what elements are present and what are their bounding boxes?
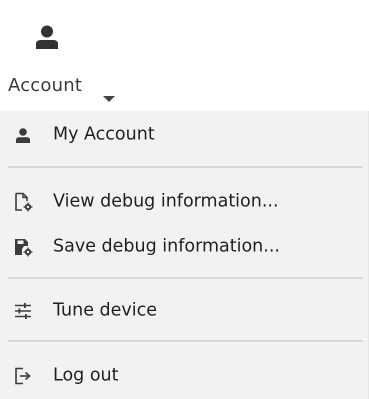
menu-item-label: View debug information...	[53, 191, 279, 212]
menu-item-my-account[interactable]: My Account	[0, 113, 369, 157]
menu-item-tune-device[interactable]: Tune device	[0, 289, 369, 333]
menu-separator	[8, 340, 363, 342]
view-debug-icon	[12, 191, 34, 213]
user-icon	[12, 124, 34, 146]
menu-item-view-debug[interactable]: View debug information...	[0, 180, 369, 224]
account-dropdown-menu: My Account View debug information... Sav…	[0, 111, 369, 399]
caret-down-icon	[103, 96, 115, 102]
menu-separator	[8, 166, 363, 168]
save-debug-icon	[12, 236, 34, 258]
menu-item-save-debug[interactable]: Save debug information...	[0, 225, 369, 269]
menu-item-label: My Account	[53, 124, 155, 145]
menu-item-log-out[interactable]: Log out	[0, 354, 369, 398]
menu-item-label: Log out	[53, 365, 119, 386]
logout-icon	[12, 365, 34, 387]
user-icon	[36, 25, 58, 49]
menu-separator	[8, 277, 363, 279]
tune-sliders-icon	[12, 300, 34, 322]
menu-item-label: Tune device	[53, 300, 158, 321]
account-label: Account	[8, 75, 83, 96]
menu-item-label: Save debug information...	[53, 236, 280, 257]
account-menu-trigger[interactable]: Account	[0, 0, 369, 111]
